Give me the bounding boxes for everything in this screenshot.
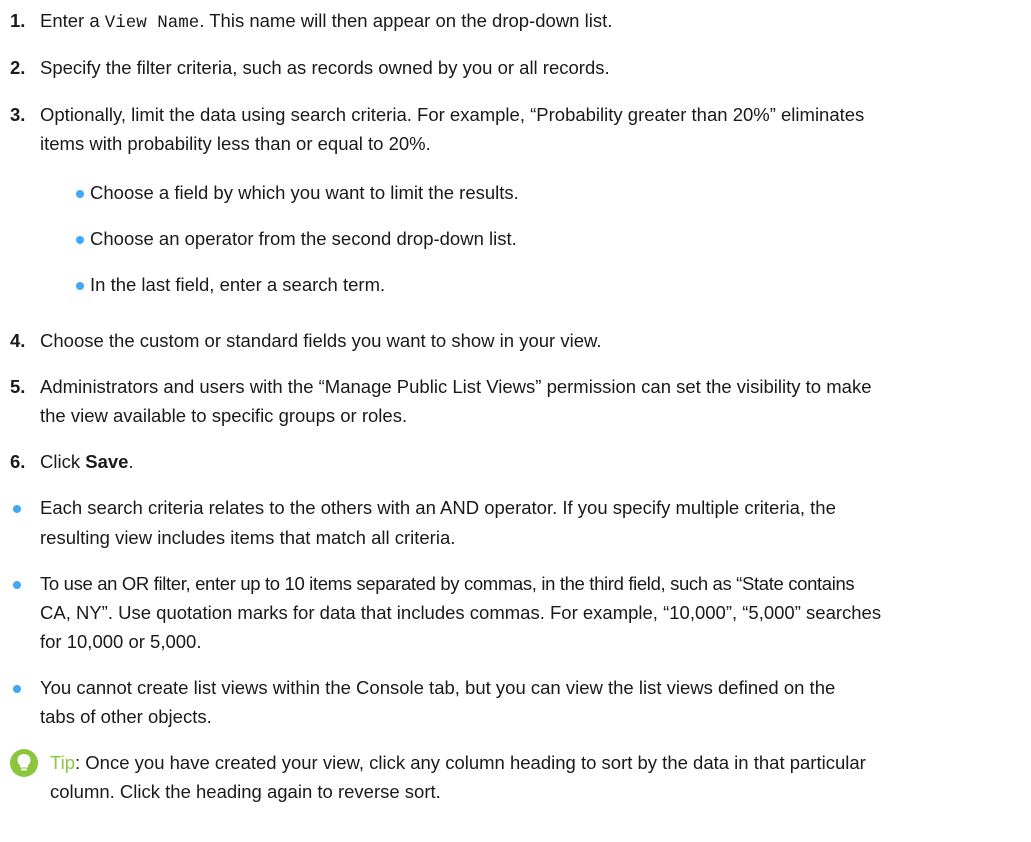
- tip-text: : Once you have created your view, click…: [75, 752, 866, 773]
- step-number: 6.: [10, 451, 26, 472]
- step-text: Enter a: [40, 10, 105, 31]
- bullet-icon: [13, 505, 21, 513]
- step-text: Administrators and users with the “Manag…: [40, 376, 872, 397]
- step-number: 2.: [10, 57, 26, 78]
- bullet-icon: [76, 190, 84, 198]
- bullet-icon: [13, 581, 21, 589]
- step-number: 5.: [10, 376, 26, 397]
- document-page: 1. Enter a View Name. This name will the…: [10, 10, 882, 802]
- step-number: 1.: [10, 10, 26, 31]
- bullet-icon: [76, 282, 84, 290]
- lightbulb-icon: [10, 749, 38, 777]
- step-text: Optionally, limit the data using search …: [40, 104, 865, 125]
- step-text: the view available to specific groups or…: [40, 405, 408, 426]
- step-number: 3.: [10, 104, 26, 125]
- step-text: Specify the filter criteria, such as rec…: [40, 57, 610, 78]
- tip-text: column. Click the heading again to rever…: [50, 781, 441, 802]
- step-text: items with probability less than or equa…: [40, 133, 431, 154]
- tip-label: Tip: [50, 752, 76, 773]
- save-label: Save: [85, 451, 129, 472]
- step-text: . This name will then appear on the drop…: [199, 10, 613, 31]
- step-text: Choose the custom or standard fields you…: [40, 330, 602, 351]
- step-number: 4.: [10, 330, 26, 351]
- bullet-icon: [13, 685, 21, 693]
- view-name-field-label: View Name: [104, 13, 200, 33]
- bullet-icon: [76, 236, 84, 244]
